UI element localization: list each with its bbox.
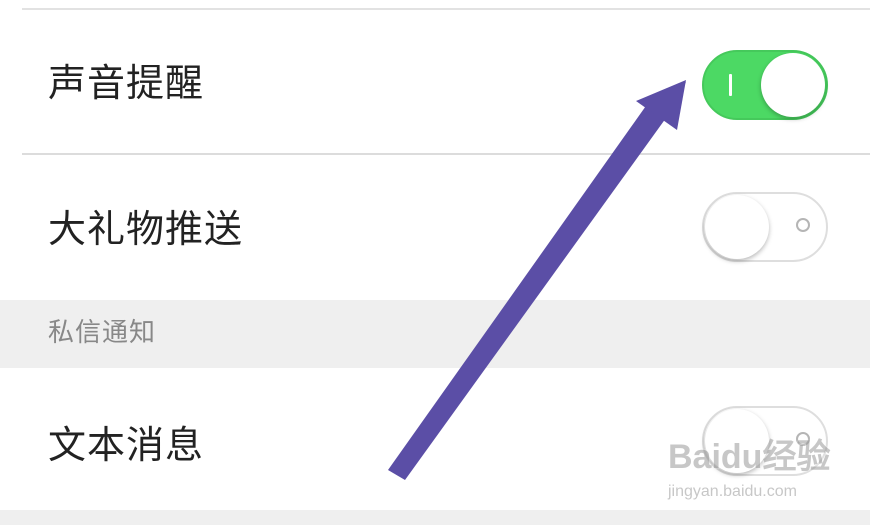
bottom-section-band	[0, 510, 870, 525]
big-gift-push-label: 大礼物推送	[48, 207, 244, 251]
notification-settings-screen: 声音提醒 大礼物推送 私信通知 文本消息 Baidu经验 jingyan.bai…	[0, 0, 870, 525]
big-gift-push-toggle[interactable]	[702, 192, 828, 262]
toggle-knob	[761, 53, 825, 117]
settings-row-big-gift-push[interactable]: 大礼物推送	[0, 155, 870, 300]
toggle-off-indicator-icon	[796, 218, 810, 232]
watermark-brand: Baidu经验	[668, 438, 831, 476]
sound-reminder-toggle[interactable]	[702, 50, 828, 120]
toggle-on-indicator-icon	[729, 74, 732, 96]
watermark-url: jingyan.baidu.com	[668, 483, 797, 500]
section-title: 私信通知	[48, 318, 157, 348]
settings-row-sound-reminder[interactable]: 声音提醒	[0, 10, 870, 154]
toggle-knob	[705, 195, 769, 259]
text-messages-label: 文本消息	[48, 423, 205, 467]
section-header-private-messages: 私信通知	[0, 300, 870, 368]
sound-reminder-label: 声音提醒	[48, 61, 205, 105]
baidu-watermark: Baidu经验 jingyan.baidu.com	[660, 440, 860, 510]
